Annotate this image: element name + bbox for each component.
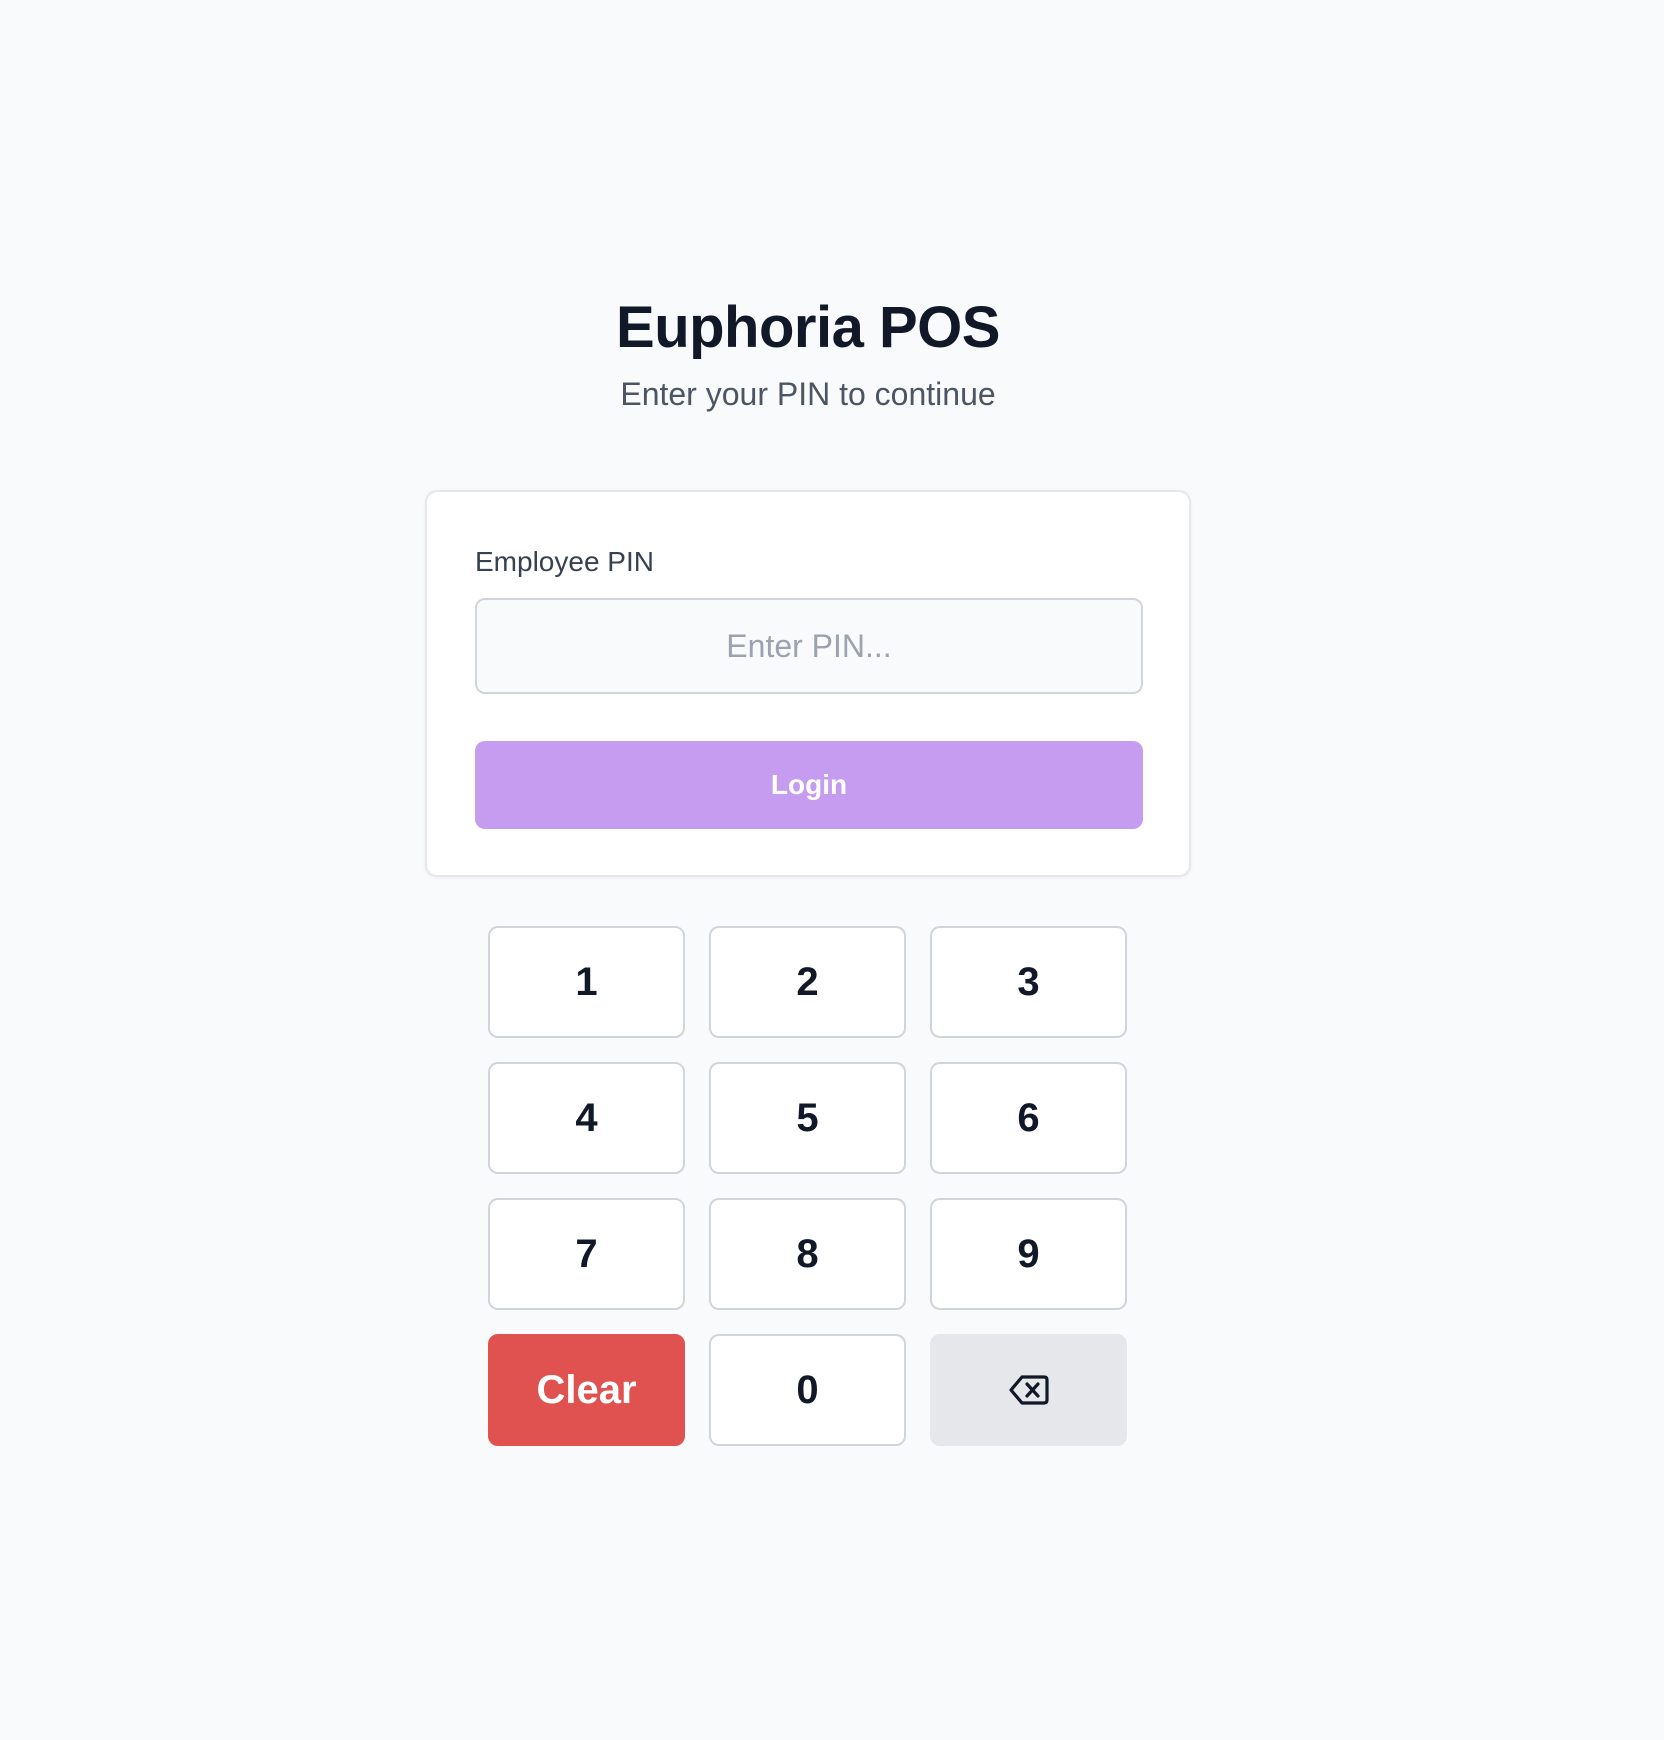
backspace-icon [1008,1374,1049,1406]
pin-input[interactable] [475,598,1143,694]
keypad-key-8[interactable]: 8 [709,1198,906,1310]
login-button[interactable]: Login [475,741,1143,829]
keypad-key-4[interactable]: 4 [488,1062,685,1174]
login-screen: Euphoria POS Enter your PIN to continue … [0,0,1664,1740]
keypad-key-7[interactable]: 7 [488,1198,685,1310]
header: Euphoria POS Enter your PIN to continue [0,288,1616,416]
pin-label: Employee PIN [475,546,654,577]
app-subtitle: Enter your PIN to continue [620,376,996,412]
keypad-key-9[interactable]: 9 [930,1198,1127,1310]
login-card: Employee PIN Login [425,490,1191,877]
app-title: Euphoria POS [616,295,1000,360]
clear-button[interactable]: Clear [488,1334,685,1446]
keypad-key-2[interactable]: 2 [709,926,906,1038]
keypad-key-5[interactable]: 5 [709,1062,906,1174]
keypad-key-6[interactable]: 6 [930,1062,1127,1174]
numeric-keypad: 1 2 3 4 5 6 7 8 9 Clear 0 [488,926,1128,1446]
keypad-key-0[interactable]: 0 [709,1334,906,1446]
backspace-button[interactable] [930,1334,1127,1446]
keypad-key-3[interactable]: 3 [930,926,1127,1038]
keypad-key-1[interactable]: 1 [488,926,685,1038]
